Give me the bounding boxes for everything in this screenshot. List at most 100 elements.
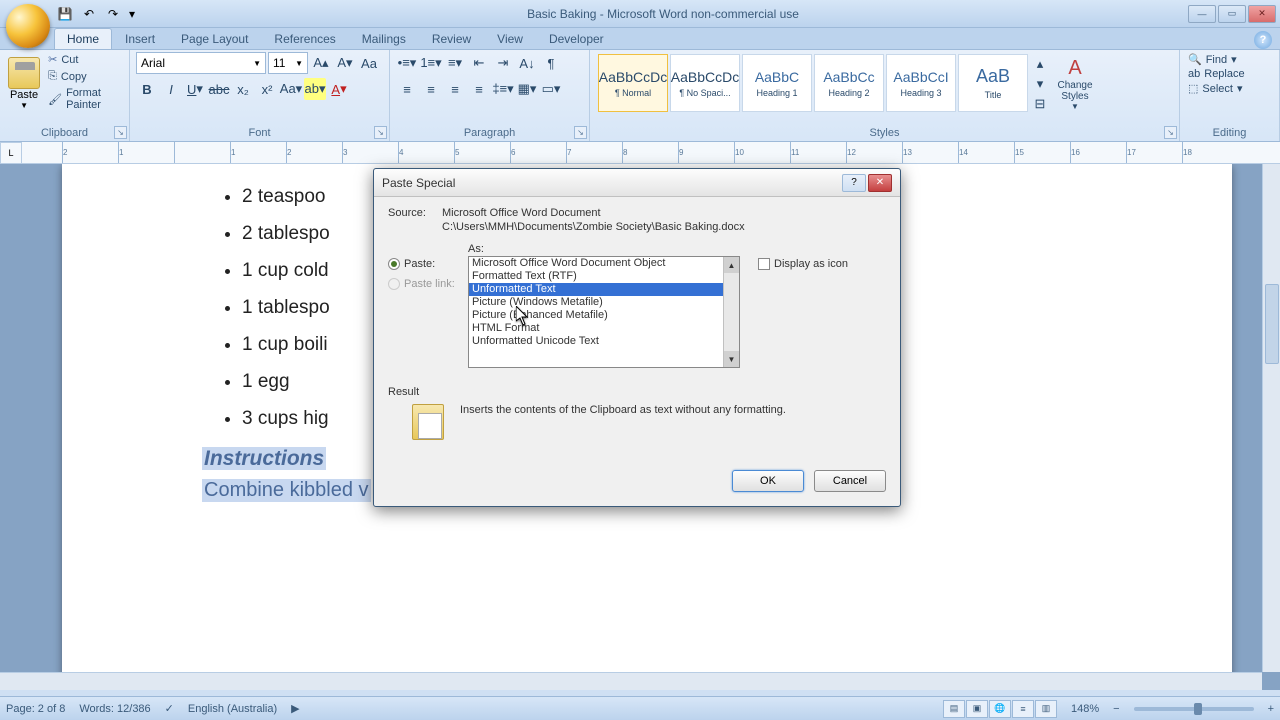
status-language[interactable]: English (Australia) xyxy=(188,703,277,715)
status-words[interactable]: Words: 12/386 xyxy=(79,703,150,715)
style-heading1[interactable]: AaBbCHeading 1 xyxy=(742,54,812,112)
style-title[interactable]: AaBTitle xyxy=(958,54,1028,112)
tab-insert[interactable]: Insert xyxy=(112,28,168,49)
view-outline[interactable]: ≡ xyxy=(1012,700,1034,718)
shading-button[interactable]: ▦▾ xyxy=(516,78,538,100)
status-macro-icon[interactable]: ▶ xyxy=(291,702,299,715)
status-page[interactable]: Page: 2 of 8 xyxy=(6,703,65,715)
display-as-icon-checkbox[interactable] xyxy=(758,258,770,270)
multilevel-button[interactable]: ≡▾ xyxy=(444,52,466,74)
dec-indent-button[interactable]: ⇤ xyxy=(468,52,490,74)
close-button[interactable]: ✕ xyxy=(1248,5,1276,23)
bold-button[interactable]: B xyxy=(136,78,158,100)
listbox-item[interactable]: Formatted Text (RTF) xyxy=(469,270,739,283)
font-launcher[interactable]: ↘ xyxy=(374,126,387,139)
font-name-combo[interactable]: Arial▼ xyxy=(136,52,266,74)
horizontal-ruler[interactable]: 21123456789101112131415161718 xyxy=(22,142,1280,163)
scroll-up-icon[interactable]: ▲ xyxy=(724,257,739,273)
office-button[interactable] xyxy=(6,4,50,48)
listbox-item[interactable]: Unformatted Unicode Text xyxy=(469,335,739,348)
style-heading3[interactable]: AaBbCcIHeading 3 xyxy=(886,54,956,112)
paragraph-launcher[interactable]: ↘ xyxy=(574,126,587,139)
dialog-help-button[interactable]: ? xyxy=(842,174,866,192)
highlight-button[interactable]: ab▾ xyxy=(304,78,326,100)
save-icon[interactable]: 💾 xyxy=(54,3,76,25)
find-button[interactable]: 🔍Find ▾ xyxy=(1186,52,1273,67)
help-icon[interactable]: ? xyxy=(1254,31,1272,49)
underline-button[interactable]: U▾ xyxy=(184,78,206,100)
redo-icon[interactable]: ↷ xyxy=(102,3,124,25)
zoom-out[interactable]: − xyxy=(1113,703,1119,715)
paste-radio[interactable]: Paste: xyxy=(388,258,462,270)
tab-references[interactable]: References xyxy=(261,28,348,49)
listbox-item[interactable]: Picture (Enhanced Metafile) xyxy=(469,309,739,322)
tab-review[interactable]: Review xyxy=(419,28,484,49)
listbox-item[interactable]: Unformatted Text xyxy=(469,283,739,296)
style-nospacing[interactable]: AaBbCcDc¶ No Spaci... xyxy=(670,54,740,112)
align-right-button[interactable]: ≡ xyxy=(444,78,466,100)
line-spacing-button[interactable]: ‡≡▾ xyxy=(492,78,514,100)
tab-home[interactable]: Home xyxy=(54,28,112,49)
listbox-item[interactable]: HTML Format xyxy=(469,322,739,335)
subscript-button[interactable]: x₂ xyxy=(232,78,254,100)
zoom-in[interactable]: + xyxy=(1268,703,1274,715)
tab-page-layout[interactable]: Page Layout xyxy=(168,28,261,49)
show-marks-button[interactable]: ¶ xyxy=(540,52,562,74)
zoom-level[interactable]: 148% xyxy=(1071,703,1099,715)
clear-format-button[interactable]: Aa xyxy=(358,52,380,74)
view-print-layout[interactable]: ▤ xyxy=(943,700,965,718)
borders-button[interactable]: ▭▾ xyxy=(540,78,562,100)
maximize-button[interactable]: ▭ xyxy=(1218,5,1246,23)
justify-button[interactable]: ≡ xyxy=(468,78,490,100)
copy-button[interactable]: ⎘Copy xyxy=(46,69,123,84)
clipboard-launcher[interactable]: ↘ xyxy=(114,126,127,139)
tab-mailings[interactable]: Mailings xyxy=(349,28,419,49)
scroll-down-icon[interactable]: ▼ xyxy=(724,351,739,367)
numbering-button[interactable]: 1≡▾ xyxy=(420,52,442,74)
font-size-combo[interactable]: 11▼ xyxy=(268,52,308,74)
select-button[interactable]: ⬚Select ▾ xyxy=(1186,81,1273,96)
sort-button[interactable]: A↓ xyxy=(516,52,538,74)
bullets-button[interactable]: •≡▾ xyxy=(396,52,418,74)
shrink-font-button[interactable]: A▾ xyxy=(334,52,356,74)
style-row-down[interactable]: ▾ xyxy=(1030,74,1050,94)
cancel-button[interactable]: Cancel xyxy=(814,470,886,492)
qat-customize-icon[interactable]: ▾ xyxy=(126,3,138,25)
align-center-button[interactable]: ≡ xyxy=(420,78,442,100)
dialog-titlebar[interactable]: Paste Special ? ✕ xyxy=(374,169,900,197)
style-heading2[interactable]: AaBbCcHeading 2 xyxy=(814,54,884,112)
zoom-slider[interactable] xyxy=(1134,707,1254,711)
inc-indent-button[interactable]: ⇥ xyxy=(492,52,514,74)
undo-icon[interactable]: ↶ xyxy=(78,3,100,25)
ok-button[interactable]: OK xyxy=(732,470,804,492)
align-left-button[interactable]: ≡ xyxy=(396,78,418,100)
listbox-item[interactable]: Picture (Windows Metafile) xyxy=(469,296,739,309)
view-full-screen[interactable]: ▣ xyxy=(966,700,988,718)
style-more[interactable]: ⊟ xyxy=(1030,94,1050,114)
status-proof-icon[interactable]: ✓ xyxy=(165,702,174,715)
italic-button[interactable]: I xyxy=(160,78,182,100)
minimize-button[interactable]: — xyxy=(1188,5,1216,23)
style-normal[interactable]: AaBbCcDc¶ Normal xyxy=(598,54,668,112)
strike-button[interactable]: abc xyxy=(208,78,230,100)
view-draft[interactable]: ▥ xyxy=(1035,700,1057,718)
dialog-close-button[interactable]: ✕ xyxy=(868,174,892,192)
change-case-button[interactable]: Aa▾ xyxy=(280,78,302,100)
listbox-item[interactable]: Microsoft Office Word Document Object xyxy=(469,257,739,270)
view-web[interactable]: 🌐 xyxy=(989,700,1011,718)
superscript-button[interactable]: x² xyxy=(256,78,278,100)
tab-developer[interactable]: Developer xyxy=(536,28,617,49)
styles-gallery[interactable]: AaBbCcDc¶ Normal AaBbCcDc¶ No Spaci... A… xyxy=(596,52,1173,116)
font-color-button[interactable]: A▾ xyxy=(328,78,350,100)
change-styles-button[interactable]: A Change Styles ▼ xyxy=(1048,54,1102,114)
listbox-scrollbar[interactable]: ▲ ▼ xyxy=(723,257,739,367)
styles-launcher[interactable]: ↘ xyxy=(1164,126,1177,139)
tab-selector[interactable]: L xyxy=(0,142,22,164)
horizontal-scrollbar[interactable] xyxy=(0,672,1262,690)
paste-button[interactable]: Paste ▼ xyxy=(6,52,42,118)
tab-view[interactable]: View xyxy=(484,28,536,49)
format-listbox[interactable]: Microsoft Office Word Document ObjectFor… xyxy=(468,256,740,368)
cut-button[interactable]: ✂Cut xyxy=(46,52,123,67)
grow-font-button[interactable]: A▴ xyxy=(310,52,332,74)
format-painter-button[interactable]: 🖌Format Painter xyxy=(46,86,123,112)
